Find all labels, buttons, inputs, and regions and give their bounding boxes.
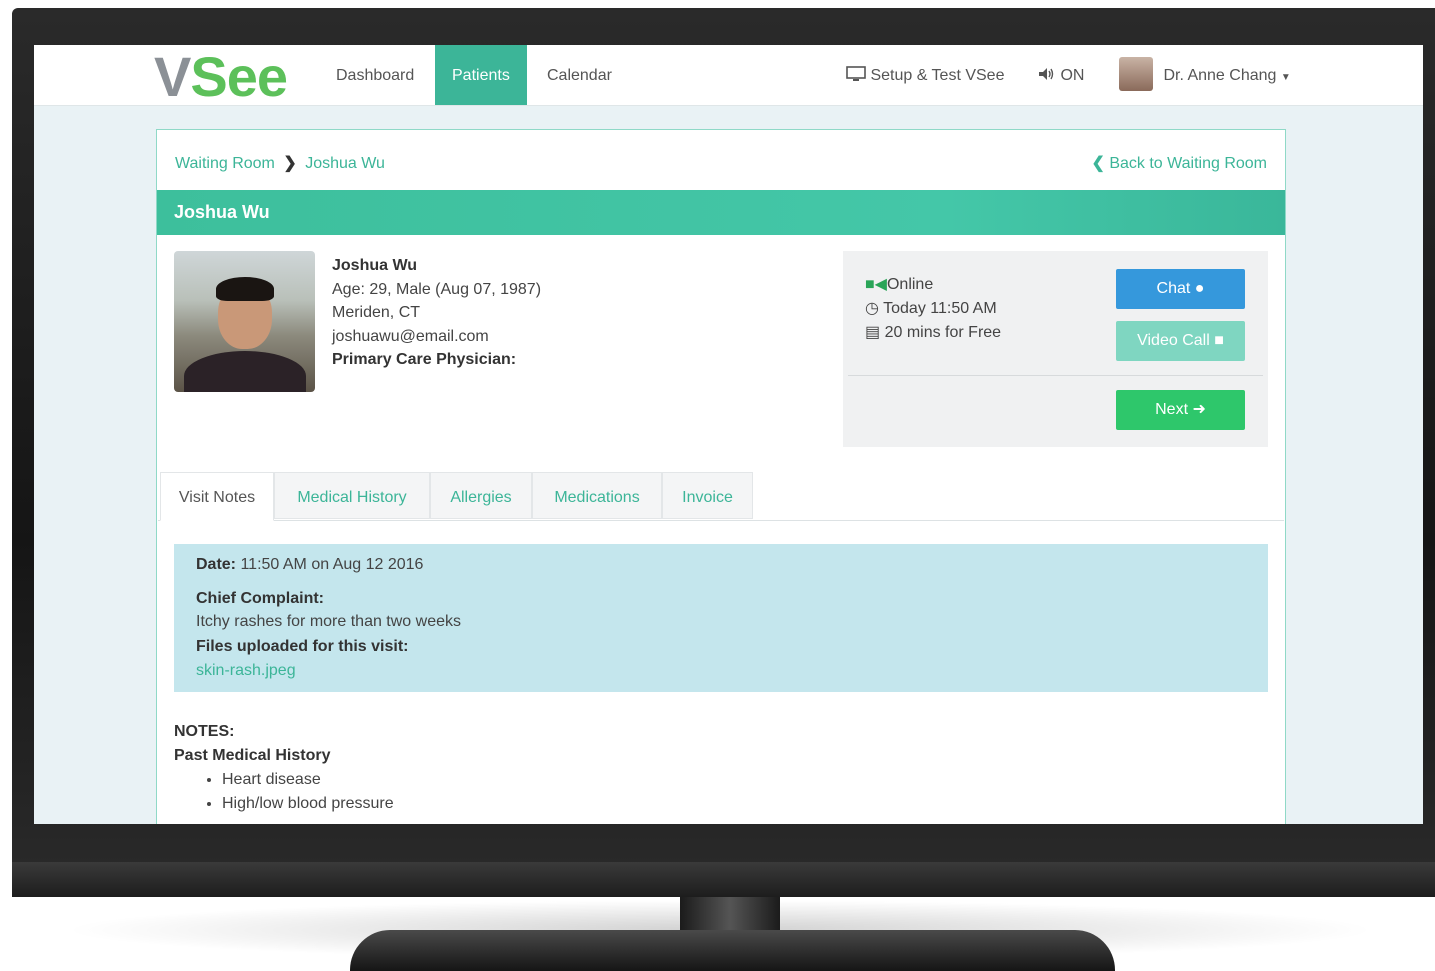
arrow-right-icon: ➜ bbox=[1192, 401, 1206, 418]
video-call-button[interactable]: Video Call ■ bbox=[1116, 321, 1245, 361]
chevron-left-icon: ❮ bbox=[1091, 155, 1105, 172]
next-button[interactable]: Next ➜ bbox=[1116, 390, 1245, 430]
patient-info: Joshua Wu Age: 29, Male (Aug 07, 1987) M… bbox=[332, 254, 541, 372]
patient-panel: Waiting Room ❯ Joshua Wu ❮ Back to Waiti… bbox=[156, 129, 1286, 824]
credit-card-icon: ▤ bbox=[865, 324, 881, 341]
past-medical-history-heading: Past Medical History bbox=[174, 747, 331, 764]
caret-down-icon: ▼ bbox=[1280, 72, 1291, 83]
tab-medications[interactable]: Medications bbox=[532, 472, 662, 519]
nav-dashboard[interactable]: Dashboard bbox=[319, 45, 431, 105]
breadcrumb: Waiting Room ❯ Joshua Wu bbox=[175, 153, 385, 173]
setup-test-link[interactable]: Setup & Test VSee bbox=[846, 45, 1004, 105]
tv-bottom-strip bbox=[12, 862, 1435, 897]
billing-info: ▤ 20 mins for Free bbox=[865, 324, 1002, 341]
history-list: Heart disease High/low blood pressure bbox=[174, 768, 394, 816]
tab-invoice[interactable]: Invoice bbox=[662, 472, 753, 519]
pcp-label: Primary Care Physician: bbox=[332, 351, 517, 368]
notes-heading: NOTES: bbox=[174, 723, 235, 740]
list-item: Heart disease bbox=[222, 768, 394, 792]
chief-complaint-label: Chief Complaint: bbox=[196, 590, 324, 607]
clock-icon: ◷ bbox=[865, 300, 879, 317]
file-link[interactable]: skin-rash.jpeg bbox=[196, 662, 296, 680]
chief-complaint-value: Itchy rashes for more than two weeks bbox=[196, 613, 461, 630]
user-avatar bbox=[1119, 56, 1153, 91]
chat-button[interactable]: Chat ● bbox=[1116, 269, 1245, 309]
vsee-logo[interactable]: VSee bbox=[154, 47, 288, 107]
speaker-icon bbox=[1039, 68, 1054, 80]
notes-section: NOTES: Past Medical History Heart diseas… bbox=[174, 720, 394, 816]
appointment-time: ◷ Today 11:50 AM bbox=[865, 300, 997, 317]
tab-allergies[interactable]: Allergies bbox=[430, 472, 532, 519]
patient-title-bar: Joshua Wu bbox=[157, 190, 1285, 235]
divider bbox=[848, 375, 1263, 376]
nav-patients[interactable]: Patients bbox=[435, 45, 527, 105]
screen: VSee Dashboard Patients Calendar Setup &… bbox=[34, 45, 1423, 824]
user-menu[interactable]: Dr. Anne Chang ▼ bbox=[1119, 45, 1291, 105]
patient-tabs: Visit Notes Medical History Allergies Me… bbox=[158, 472, 1284, 521]
tab-visit-notes[interactable]: Visit Notes bbox=[160, 472, 274, 521]
visit-summary: Date: 11:50 AM on Aug 12 2016 Chief Comp… bbox=[174, 544, 1268, 692]
chevron-right-icon: ❯ bbox=[283, 155, 297, 172]
patient-photo bbox=[174, 251, 315, 392]
video-camera-icon: ■◀ bbox=[865, 276, 887, 293]
monitor-icon bbox=[846, 66, 866, 81]
visit-date: Date: 11:50 AM on Aug 12 2016 bbox=[196, 556, 424, 573]
status-box: ■◀Online ◷ Today 11:50 AM ▤ 20 mins for … bbox=[843, 251, 1268, 447]
tab-medical-history[interactable]: Medical History bbox=[274, 472, 430, 519]
patient-name: Joshua Wu bbox=[332, 257, 418, 274]
patient-location: Meriden, CT bbox=[332, 304, 421, 321]
list-item: High/low blood pressure bbox=[222, 792, 394, 816]
breadcrumb-current[interactable]: Joshua Wu bbox=[305, 155, 385, 172]
top-navbar: VSee Dashboard Patients Calendar Setup &… bbox=[34, 45, 1423, 107]
chat-bubble-icon: ● bbox=[1194, 280, 1205, 297]
video-camera-icon: ■ bbox=[1214, 332, 1224, 349]
tv-stand-base bbox=[350, 930, 1115, 971]
online-status: ■◀Online bbox=[865, 276, 934, 293]
nav-calendar[interactable]: Calendar bbox=[530, 45, 629, 105]
files-label: Files uploaded for this visit: bbox=[196, 638, 409, 655]
sound-toggle[interactable]: ON bbox=[1038, 45, 1084, 105]
patient-email: joshuawu@email.com bbox=[332, 327, 489, 345]
breadcrumb-waiting-room[interactable]: Waiting Room bbox=[175, 155, 275, 172]
back-to-waiting-room-link[interactable]: ❮ Back to Waiting Room bbox=[1091, 153, 1267, 173]
patient-age: Age: 29, Male (Aug 07, 1987) bbox=[332, 280, 542, 298]
